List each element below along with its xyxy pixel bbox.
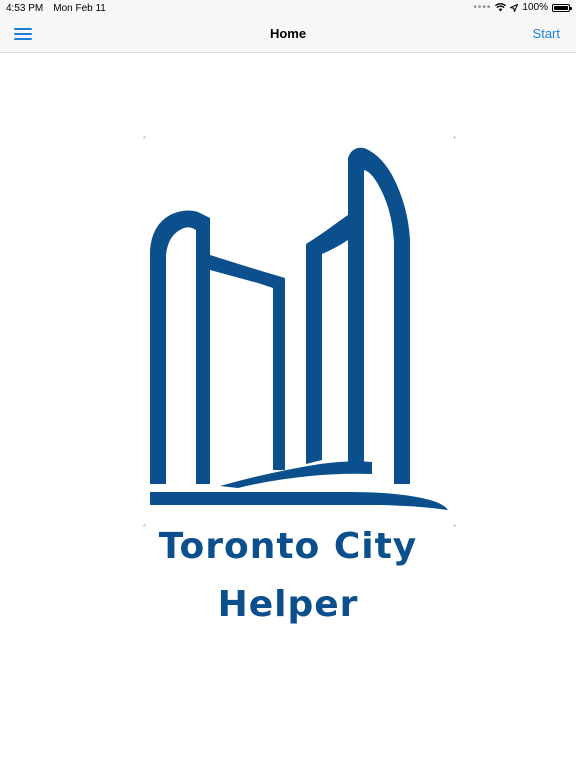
navigation-bar: Home Start: [0, 18, 576, 53]
right-tower-inner: [306, 215, 348, 464]
page-title: Home: [269, 26, 307, 41]
location-arrow-icon: [510, 3, 519, 12]
logo-text-line-1: Toronto City: [158, 526, 418, 567]
battery-percent: 100%: [522, 2, 548, 13]
status-bar: 4:53 PM Mon Feb 11 •••• 100%: [0, 0, 576, 18]
screen: 4:53 PM Mon Feb 11 •••• 100% Home Start: [0, 0, 576, 768]
city-hall-logo-icon: [150, 147, 448, 510]
start-button[interactable]: Start: [533, 26, 560, 41]
wifi-icon: [495, 3, 507, 12]
left-tower-outer: [150, 210, 210, 484]
battery-icon: [552, 3, 572, 12]
logo-text-line-2: Helper: [217, 584, 359, 625]
status-date: Mon Feb 11: [53, 3, 106, 14]
base-bar: [150, 492, 448, 510]
right-tower-column: [348, 234, 364, 470]
status-time: 4:53 PM: [6, 3, 44, 14]
signal-icon: ••••: [473, 2, 492, 13]
podium-curve: [220, 461, 372, 488]
status-right: •••• 100%: [473, 2, 572, 13]
status-left: 4:53 PM Mon Feb 11: [6, 3, 106, 14]
left-tower-inner: [210, 255, 285, 470]
